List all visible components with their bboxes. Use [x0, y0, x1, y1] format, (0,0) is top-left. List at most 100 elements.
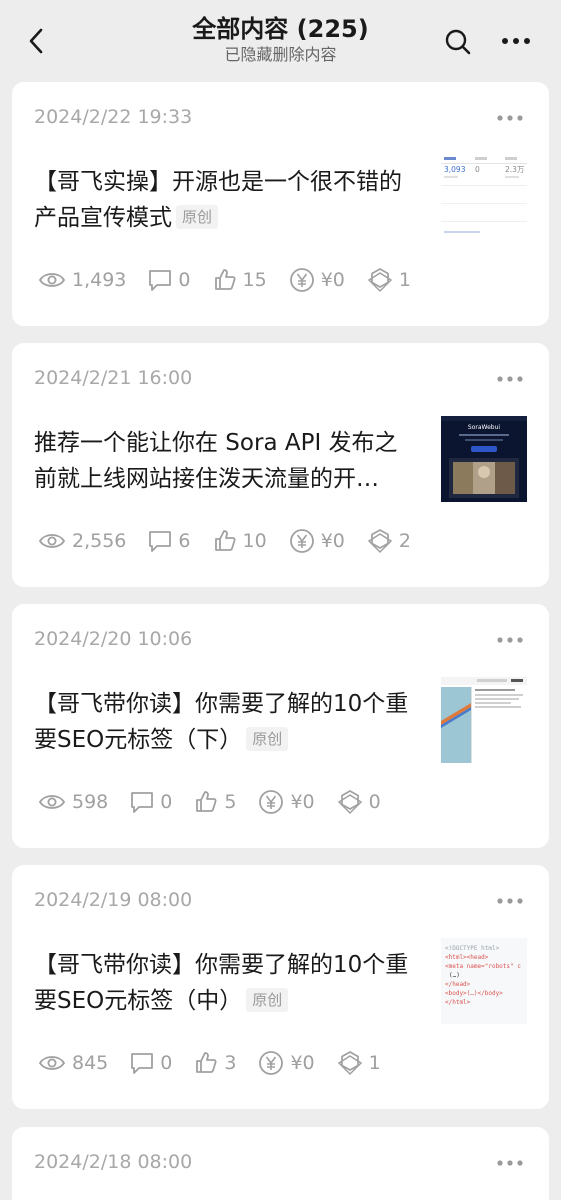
share-hex-icon: [367, 529, 393, 554]
likes-stat: 3: [194, 1051, 236, 1075]
more-icon: [497, 898, 523, 904]
thumb-stat-2: 0: [475, 165, 480, 174]
comment-icon: [149, 270, 172, 291]
original-badge: 原创: [176, 205, 219, 229]
comments-count: 0: [160, 1052, 173, 1074]
comment-icon: [131, 1053, 154, 1074]
views-stat: 2,556: [38, 530, 126, 552]
views-stat: 845: [38, 1052, 108, 1074]
yen-coin-icon: [259, 1051, 284, 1075]
rewards-stat: ¥0: [258, 789, 315, 815]
article-card[interactable]: 2024/2/22 19:33 【哥飞实操】开源也是一个很不错的产品宣传模式 原创…: [12, 82, 549, 326]
thumbs-up-icon: [196, 791, 217, 812]
rewards-stat: ¥0: [289, 528, 345, 554]
article-stats: 2,556 6 10 ¥0 2: [38, 526, 433, 556]
eye-icon: [38, 1056, 66, 1070]
original-badge: 原创: [246, 988, 289, 1012]
rewards-amount: ¥0: [290, 1052, 315, 1074]
article-more-button[interactable]: [495, 371, 525, 385]
views-count: 2,556: [72, 530, 127, 552]
article-card[interactable]: 2024/2/20 10:06 【哥飞带你读】你需要了解的10个重要SEO元标签…: [12, 604, 549, 848]
title-block: 全部内容 (225) 已隐藏删除内容: [0, 14, 561, 66]
article-title[interactable]: 【哥飞实操】开源也是一个很不错的产品宣传模式 原创: [34, 164, 414, 236]
page-title: 全部内容 (225): [192, 15, 369, 43]
code-line-1: <!DOCTYPE html>: [445, 945, 500, 952]
likes-count: 15: [242, 269, 267, 291]
article-more-button[interactable]: [495, 110, 525, 124]
search-icon: [445, 29, 471, 55]
article-thumbnail: 3,093 0 2.3万: [441, 155, 527, 241]
rewards-stat: ¥0: [289, 267, 345, 293]
shares-stat: 1: [337, 1050, 381, 1076]
code-line-2: <html><head>: [445, 954, 489, 961]
eye-icon: [38, 534, 66, 548]
shares-stat: 1: [367, 267, 411, 293]
article-card[interactable]: 2024/2/18 08:00: [12, 1127, 549, 1200]
share-hex-icon: [337, 1051, 362, 1076]
shares-count: 1: [368, 1052, 381, 1074]
thumb-heading: SoraWebui: [468, 424, 501, 431]
more-icon: [497, 376, 523, 382]
article-title-text: 【哥飞带你读】你需要了解的10个重要SEO元标签（中）: [34, 952, 409, 1014]
original-badge: 原创: [246, 727, 289, 751]
share-hex-icon: [337, 790, 362, 815]
more-icon: [497, 115, 523, 121]
comments-stat: 0: [130, 790, 172, 814]
thumbs-up-icon: [196, 1052, 217, 1073]
more-icon: [497, 1160, 523, 1166]
likes-count: 3: [224, 1052, 237, 1074]
article-title-text: 推荐一个能让你在 Sora API 发布之前就上线网站接住泼天流量的开…: [34, 430, 398, 492]
thumbs-up-icon: [214, 530, 236, 551]
comments-stat: 0: [148, 268, 191, 292]
code-line-3: <meta name="robots" c: [445, 963, 521, 970]
likes-stat: 5: [194, 790, 236, 814]
article-stats: 845 0 3 ¥0 1: [38, 1048, 403, 1078]
eye-icon: [38, 273, 66, 287]
more-icon: [502, 38, 530, 44]
shares-count: 1: [398, 269, 411, 291]
article-title[interactable]: 【哥飞带你读】你需要了解的10个重要SEO元标签（中） 原创: [34, 947, 414, 1019]
article-date: 2024/2/21 16:00: [34, 367, 193, 389]
article-card[interactable]: 2024/2/19 08:00 【哥飞带你读】你需要了解的10个重要SEO元标签…: [12, 865, 549, 1109]
thumbs-up-icon: [214, 269, 236, 290]
comments-count: 6: [178, 530, 191, 552]
likes-stat: 10: [213, 529, 267, 553]
comments-count: 0: [160, 791, 173, 813]
search-button[interactable]: [443, 27, 473, 57]
likes-count: 5: [224, 791, 237, 813]
code-line-6: <body>(…)</body>: [445, 990, 503, 997]
article-more-button[interactable]: [495, 1155, 525, 1169]
article-title[interactable]: 【哥飞带你读】你需要了解的10个重要SEO元标签（下） 原创: [34, 686, 414, 758]
comment-icon: [149, 531, 172, 552]
article-more-button[interactable]: [495, 632, 525, 646]
rewards-amount: ¥0: [320, 269, 345, 291]
views-stat: 598: [38, 791, 108, 813]
top-bar: 全部内容 (225) 已隐藏删除内容: [0, 0, 561, 78]
yen-coin-icon: [289, 268, 314, 292]
rewards-stat: ¥0: [258, 1050, 315, 1076]
shares-stat: 2: [367, 528, 411, 554]
more-options-button[interactable]: [499, 28, 533, 54]
article-title-text: 【哥飞带你读】你需要了解的10个重要SEO元标签（下）: [34, 691, 409, 753]
page-subtitle: 已隐藏删除内容: [224, 45, 337, 64]
share-hex-icon: [367, 268, 393, 293]
article-date: 2024/2/20 10:06: [34, 628, 193, 650]
article-card[interactable]: 2024/2/21 16:00 推荐一个能让你在 Sora API 发布之前就上…: [12, 343, 549, 587]
code-line-5: </head>: [445, 981, 471, 988]
rewards-amount: ¥0: [320, 530, 345, 552]
code-line-4: (…): [449, 972, 460, 979]
comments-stat: 0: [130, 1051, 172, 1075]
views-count: 1,493: [72, 269, 127, 291]
article-thumbnail: SoraWebui: [441, 416, 527, 502]
article-title[interactable]: 推荐一个能让你在 Sora API 发布之前就上线网站接住泼天流量的开…: [34, 425, 414, 497]
article-more-button[interactable]: [495, 893, 525, 907]
article-date: 2024/2/19 08:00: [34, 889, 193, 911]
more-icon: [497, 637, 523, 643]
views-count: 598: [72, 791, 109, 813]
shares-count: 0: [368, 791, 381, 813]
likes-stat: 15: [213, 268, 267, 292]
yen-coin-icon: [289, 529, 314, 553]
thumb-stat-3: 2.3万: [505, 165, 525, 174]
likes-count: 10: [242, 530, 267, 552]
article-stats: 1,493 0 15 ¥0 1: [38, 265, 433, 295]
